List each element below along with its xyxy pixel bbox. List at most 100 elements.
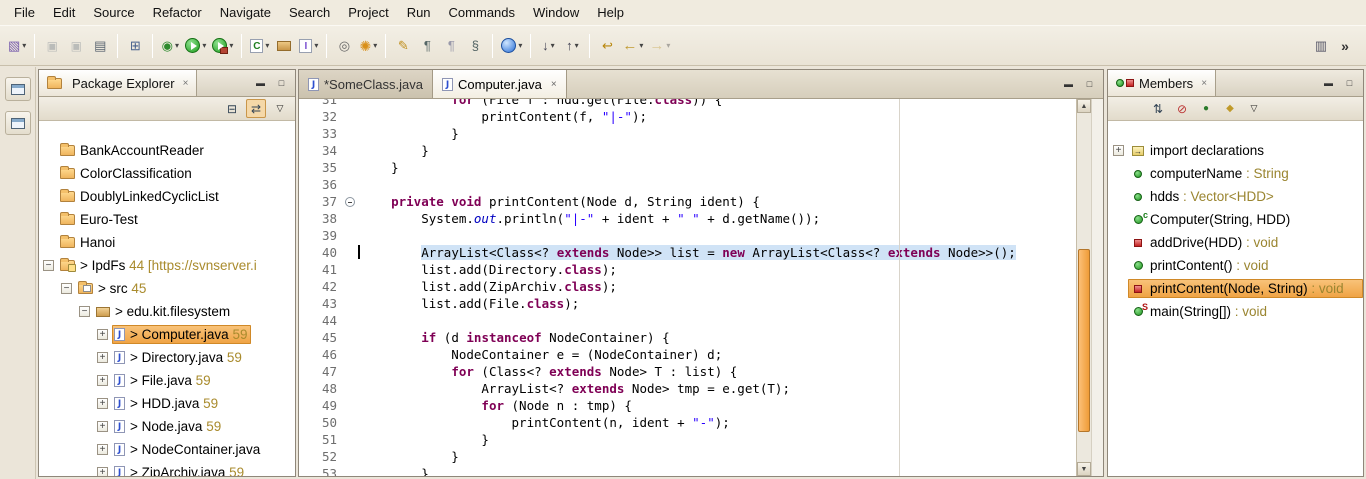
package-explorer-tab[interactable]: Package Explorer ×	[39, 70, 197, 96]
code-line[interactable]: 51 }	[299, 431, 1076, 448]
fast-view-2-button[interactable]	[5, 111, 31, 135]
mark-occurrences-button[interactable]: ✎	[391, 33, 415, 59]
collapse-all-button[interactable]: ⊟	[222, 99, 242, 118]
member-item[interactable]: Smain(String[]) : void	[1108, 300, 1363, 323]
fold-collapse-icon[interactable]	[345, 197, 355, 207]
back-button[interactable]: ←▾	[619, 33, 646, 59]
member-item[interactable]: printContent(Node, String) : void	[1108, 277, 1363, 300]
code-line[interactable]: 36	[299, 176, 1076, 193]
next-annotation-button[interactable]: ↓▾	[536, 33, 560, 59]
previous-annotation-button[interactable]: ↑▾	[560, 33, 584, 59]
fast-view-1-button[interactable]	[5, 77, 31, 101]
editor-viewport[interactable]: 31 for (File f : hdd.get(File.class)) {3…	[299, 99, 1076, 476]
maximize-view-button[interactable]: □	[272, 75, 291, 92]
menu-run[interactable]: Run	[398, 2, 440, 23]
expander-plus-icon[interactable]: +	[97, 398, 108, 409]
search-button[interactable]: ✺▾	[356, 33, 380, 59]
code-line[interactable]: 52 }	[299, 448, 1076, 465]
code-line[interactable]: 49 for (Node n : tmp) {	[299, 397, 1076, 414]
expander-minus-icon[interactable]: −	[43, 260, 54, 271]
code-line[interactable]: 35 }	[299, 159, 1076, 176]
menu-edit[interactable]: Edit	[44, 2, 84, 23]
dropdown-arrow-icon[interactable]: ▾	[314, 41, 318, 50]
open-type-button[interactable]: ◎	[332, 33, 356, 59]
menu-source[interactable]: Source	[84, 2, 143, 23]
menu-help[interactable]: Help	[588, 2, 633, 23]
dropdown-arrow-icon[interactable]: ▾	[373, 41, 377, 50]
dropdown-arrow-icon[interactable]: ▾	[22, 41, 26, 50]
tree-item[interactable]: +> HDD.java 59	[39, 392, 295, 415]
menu-refactor[interactable]: Refactor	[144, 2, 211, 23]
member-item[interactable]: addDrive(HDD) : void	[1108, 231, 1363, 254]
tree-item[interactable]: DoublyLinkedCyclicList	[39, 185, 295, 208]
menu-project[interactable]: Project	[339, 2, 397, 23]
menu-navigate[interactable]: Navigate	[211, 2, 280, 23]
tree-item[interactable]: +> File.java 59	[39, 369, 295, 392]
tree-item[interactable]: −> IpdFs 44 [https://svnserver.i	[39, 254, 295, 277]
code-line[interactable]: 39	[299, 227, 1076, 244]
show-source-button[interactable]: §	[463, 33, 487, 59]
dropdown-arrow-icon[interactable]: ▾	[518, 41, 522, 50]
tree-item[interactable]: BankAccountReader	[39, 139, 295, 162]
code-line[interactable]: 50 printContent(n, ident + "-");	[299, 414, 1076, 431]
editor-tab--someclass-java[interactable]: *SomeClass.java	[299, 70, 433, 98]
member-item[interactable]: +import declarations	[1108, 139, 1363, 162]
new-class-button[interactable]: C▾	[247, 33, 272, 59]
expander-minus-icon[interactable]: −	[61, 283, 72, 294]
code-line[interactable]: 45 if (d instanceof NodeContainer) {	[299, 329, 1076, 346]
maximize-editor-button[interactable]: □	[1080, 76, 1099, 93]
tree-item[interactable]: Euro-Test	[39, 208, 295, 231]
hide-static-button[interactable]: ●	[1196, 99, 1216, 118]
code-line[interactable]: 34 }	[299, 142, 1076, 159]
open-perspective-button[interactable]: ⊞	[123, 33, 147, 59]
link-with-editor-button[interactable]: ⇄	[246, 99, 266, 118]
member-item[interactable]: computerName : String	[1108, 162, 1363, 185]
menu-search[interactable]: Search	[280, 2, 339, 23]
dropdown-arrow-icon[interactable]: ▾	[175, 41, 179, 50]
close-tab-icon[interactable]: ×	[551, 79, 557, 90]
code-editor[interactable]: 31 for (File f : hdd.get(File.class)) {3…	[299, 99, 1103, 476]
expander-plus-icon[interactable]: +	[97, 421, 108, 432]
debug-button[interactable]: ◉▾	[158, 33, 182, 59]
view-menu-button[interactable]: ▽	[270, 99, 290, 118]
maximize-view-button[interactable]: □	[1340, 75, 1359, 92]
code-line[interactable]: 43 list.add(File.class);	[299, 295, 1076, 312]
tree-item[interactable]: +> Computer.java 59	[39, 323, 295, 346]
tree-item[interactable]: −> src 45	[39, 277, 295, 300]
overflow-button[interactable]: »	[1333, 33, 1357, 59]
expander-plus-icon[interactable]: +	[97, 352, 108, 363]
tree-item[interactable]: +> NodeContainer.java	[39, 438, 295, 461]
member-item[interactable]: cComputer(String, HDD)	[1108, 208, 1363, 231]
code-line[interactable]: 37 private void printContent(Node d, Str…	[299, 193, 1076, 210]
expander-plus-icon[interactable]: +	[97, 444, 108, 455]
hide-non-public-button[interactable]: ◆	[1220, 99, 1240, 118]
tree-item[interactable]: +> Node.java 59	[39, 415, 295, 438]
dropdown-arrow-icon[interactable]: ▾	[551, 41, 555, 50]
expander-plus-icon[interactable]: +	[97, 467, 108, 476]
scroll-up-icon[interactable]: ▲	[1077, 99, 1091, 113]
code-line[interactable]: 38 System.out.println("|-" + ident + " "…	[299, 210, 1076, 227]
code-line[interactable]: 44	[299, 312, 1076, 329]
menu-commands[interactable]: Commands	[440, 2, 524, 23]
expander-plus-icon[interactable]: +	[97, 375, 108, 386]
menu-window[interactable]: Window	[524, 2, 588, 23]
sort-button[interactable]: ⇅	[1148, 99, 1168, 118]
code-line[interactable]: 47 for (Class<? extends Node> T : list) …	[299, 363, 1076, 380]
code-line[interactable]: 41 list.add(Directory.class);	[299, 261, 1076, 278]
new-interface-button[interactable]: I▾	[296, 33, 321, 59]
tree-item[interactable]: ColorClassification	[39, 162, 295, 185]
minimize-view-button[interactable]: ▬	[1319, 75, 1338, 92]
code-line[interactable]: 46 NodeContainer e = (NodeContainer) d;	[299, 346, 1076, 363]
expander-plus-icon[interactable]: +	[97, 329, 108, 340]
dropdown-arrow-icon[interactable]: ▾	[639, 41, 643, 50]
last-edit-location-button[interactable]: ↩	[595, 33, 619, 59]
tree-item[interactable]: +> ZipArchiv.java 59	[39, 461, 295, 476]
dropdown-arrow-icon[interactable]: ▾	[575, 41, 579, 50]
scroll-down-icon[interactable]: ▼	[1077, 462, 1091, 476]
menu-file[interactable]: File	[5, 2, 44, 23]
view-menu-button[interactable]: ▽	[1244, 99, 1264, 118]
code-line[interactable]: 48 ArrayList<? extends Node> tmp = e.get…	[299, 380, 1076, 397]
members-tab[interactable]: Members ×	[1108, 70, 1216, 96]
minimize-editor-button[interactable]: ▬	[1059, 76, 1078, 93]
new-package-button[interactable]	[272, 33, 296, 59]
